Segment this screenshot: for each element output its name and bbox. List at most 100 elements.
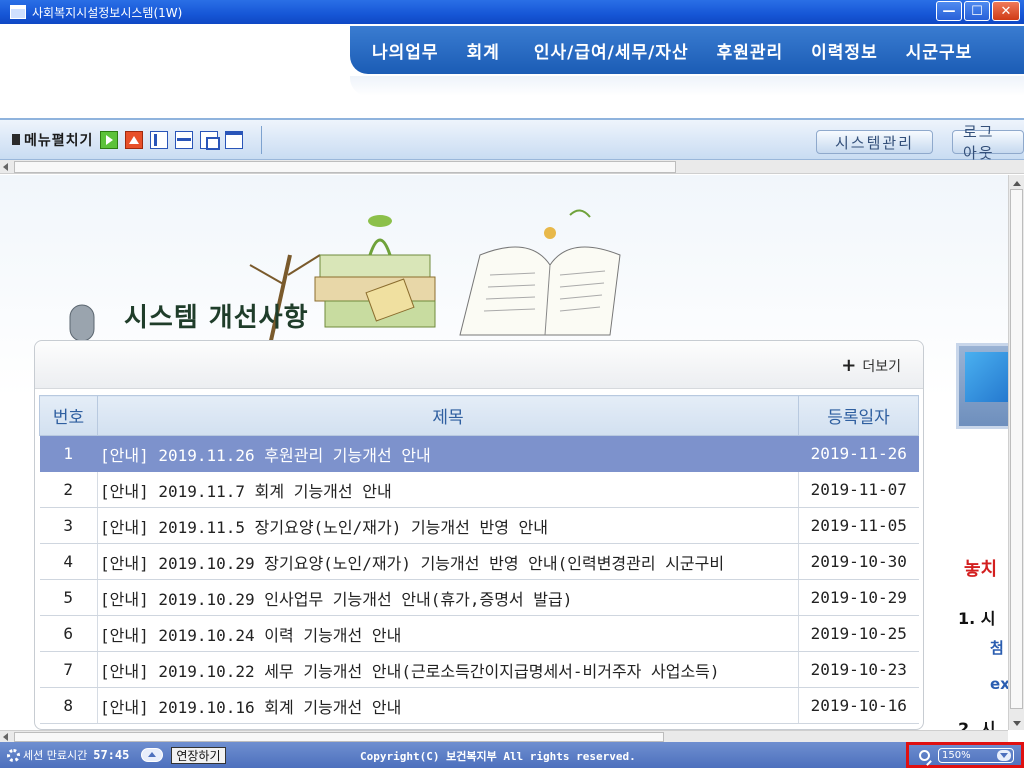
side-panel-heading: 놓치 (964, 559, 998, 580)
scroll-thumb[interactable] (14, 161, 676, 173)
table-row[interactable]: 1 [안내] 2019.11.26 후원관리 기능개선 안내 2019-11-2… (39, 435, 919, 472)
row-number: 4 (39, 543, 98, 580)
collapse-icon[interactable] (125, 130, 144, 149)
menu-toggle[interactable]: 메뉴펼치기 (12, 130, 93, 150)
row-title[interactable]: [안내] 2019.11.7 회계 기능개선 안내 (97, 471, 799, 508)
more-label: 더보기 (862, 359, 901, 375)
row-title[interactable]: [안내] 2019.10.29 장기요양(노인/재가) 기능개선 반영 안내(인… (97, 543, 799, 580)
nav-hr-payroll[interactable]: 인사/급여/세무/자산 (534, 38, 689, 63)
section-title: 시스템 개선사항 (124, 303, 309, 333)
row-title[interactable]: [안내] 2019.11.5 장기요양(노인/재가) 기능개선 반영 안내 (97, 507, 799, 544)
row-date: 2019-11-05 (798, 507, 919, 544)
row-date: 2019-10-23 (798, 651, 919, 688)
session-time: 57:45 (93, 748, 130, 762)
maximize-window-icon[interactable]: ☐ (964, 1, 990, 21)
row-number: 1 (39, 435, 98, 472)
top-nav: 나의업무 회계 인사/급여/세무/자산 후원관리 이력정보 시군구보 (350, 26, 1024, 74)
nav-sponsorship[interactable]: 후원관리 (717, 38, 784, 63)
row-date: 2019-11-26 (798, 435, 919, 472)
horizontal-scrollbar-top[interactable] (0, 160, 1024, 174)
table-row[interactable]: 4 [안내] 2019.10.29 장기요양(노인/재가) 기능개선 반영 안내… (39, 543, 919, 580)
table-row[interactable]: 2 [안내] 2019.11.7 회계 기능개선 안내 2019-11-07 (39, 471, 919, 508)
vertical-scroll-thumb[interactable] (1010, 189, 1023, 709)
gear-icon (7, 748, 20, 762)
window-titlebar: 사회복지시설정보시스템(1W) — ☐ ✕ (0, 0, 1024, 24)
scroll-left-icon[interactable] (3, 733, 8, 741)
row-title[interactable]: [안내] 2019.11.26 후원관리 기능개선 안내 (97, 435, 799, 472)
row-date: 2019-10-30 (798, 543, 919, 580)
menu-square-icon (12, 134, 20, 145)
column-header-date: 등록일자 (798, 395, 919, 436)
status-bar: 세션 만료시간 57:45 연장하기 Copyright(C) 보건복지부 Al… (0, 742, 1024, 768)
row-date: 2019-10-25 (798, 615, 919, 652)
close-icon[interactable]: ✕ (992, 1, 1020, 21)
row-number: 6 (39, 615, 98, 652)
nav-accounting[interactable]: 회계 (467, 38, 500, 63)
system-admin-button[interactable]: 시스템관리 (816, 130, 934, 154)
menu-label: 메뉴펼치기 (24, 132, 94, 149)
expand-icon[interactable] (100, 130, 119, 149)
row-number: 5 (39, 579, 98, 616)
tile-horizontal-icon[interactable] (175, 130, 194, 149)
side-panel-item: 1. 시 (958, 609, 996, 628)
chevron-up-icon[interactable] (141, 748, 164, 762)
nav-history[interactable]: 이력정보 (811, 38, 878, 63)
scroll-left-icon[interactable] (3, 163, 8, 171)
toolbar-divider (261, 125, 263, 154)
horizontal-scrollbar-bottom[interactable] (0, 730, 1008, 742)
scroll-down-icon[interactable] (1013, 721, 1021, 726)
notice-table: 번호 제목 등록일자 1 [안내] 2019.11.26 후원관리 기능개선 안… (39, 395, 919, 724)
scroll-thumb[interactable] (14, 732, 664, 742)
menu-toolbar: 메뉴펼치기 시스템관리 로그아웃 (0, 118, 1024, 162)
zoom-control: 150% (906, 742, 1024, 768)
table-row[interactable]: 5 [안내] 2019.10.29 인사업무 기능개선 안내(휴가,증명서 발급… (39, 579, 919, 616)
chevron-down-icon[interactable] (997, 749, 1011, 761)
monitor-screen (965, 352, 1008, 402)
monitor-illustration (956, 343, 1008, 429)
side-panel-link[interactable]: ex (990, 675, 1008, 693)
table-header-row: 번호 제목 등록일자 (39, 395, 919, 436)
scroll-up-icon[interactable] (1013, 181, 1021, 186)
minimize-icon[interactable]: — (936, 1, 962, 21)
window-title: 사회복지시설정보시스템(1W) (32, 5, 183, 20)
column-header-number: 번호 (39, 395, 98, 436)
row-date: 2019-10-16 (798, 687, 919, 724)
main-content: 시스템 개선사항 + 더보기 번호 제목 등록일자 1 [안내] 2019.11… (0, 175, 1008, 730)
row-title[interactable]: [안내] 2019.10.29 인사업무 기능개선 안내(휴가,증명서 발급) (97, 579, 799, 616)
row-number: 3 (39, 507, 98, 544)
row-title[interactable]: [안내] 2019.10.22 세무 기능개선 안내(근로소득간이지급명세서-비… (97, 651, 799, 688)
tile-vertical-icon[interactable] (150, 130, 169, 149)
zoom-select[interactable]: 150% (938, 747, 1014, 763)
more-link[interactable]: + 더보기 (841, 356, 901, 376)
table-row[interactable]: 6 [안내] 2019.10.24 이력 기능개선 안내 2019-10-25 (39, 615, 919, 652)
row-number: 8 (39, 687, 98, 724)
notice-board-header: + 더보기 (35, 341, 923, 389)
maximize-icon[interactable] (225, 130, 244, 149)
row-date: 2019-11-07 (798, 471, 919, 508)
row-number: 7 (39, 651, 98, 688)
window-controls: — ☐ ✕ (936, 1, 1020, 21)
vertical-scrollbar[interactable] (1008, 175, 1024, 730)
logout-button[interactable]: 로그아웃 (952, 123, 1024, 162)
row-date: 2019-10-29 (798, 579, 919, 616)
session-label: 세션 만료시간 (23, 749, 88, 762)
row-title[interactable]: [안내] 2019.10.16 회계 기능개선 안내 (97, 687, 799, 724)
row-number: 2 (39, 471, 98, 508)
copyright-text: Copyright(C) 보건복지부 All rights reserved. (360, 750, 636, 763)
side-panel-item: 2. 시 (958, 719, 996, 730)
side-panel-link[interactable]: 첨 (990, 637, 1004, 658)
zoom-icon (919, 749, 930, 761)
nav-my-work[interactable]: 나의업무 (372, 38, 439, 63)
table-row[interactable]: 8 [안내] 2019.10.16 회계 기능개선 안내 2019-10-16 (39, 687, 919, 724)
table-row[interactable]: 7 [안내] 2019.10.22 세무 기능개선 안내(근로소득간이지급명세서… (39, 651, 919, 688)
nav-shadow (350, 76, 1024, 96)
column-header-title: 제목 (97, 395, 799, 436)
row-title[interactable]: [안내] 2019.10.24 이력 기능개선 안내 (97, 615, 799, 652)
app-header: 나의업무 회계 인사/급여/세무/자산 후원관리 이력정보 시군구보 (0, 24, 1024, 118)
cascade-icon[interactable] (200, 130, 221, 150)
app-window-icon (10, 5, 26, 19)
table-row[interactable]: 3 [안내] 2019.11.5 장기요양(노인/재가) 기능개선 반영 안내 … (39, 507, 919, 544)
plus-icon: + (841, 355, 857, 376)
extend-session-button[interactable]: 연장하기 (171, 746, 226, 764)
nav-district[interactable]: 시군구보 (906, 38, 973, 63)
